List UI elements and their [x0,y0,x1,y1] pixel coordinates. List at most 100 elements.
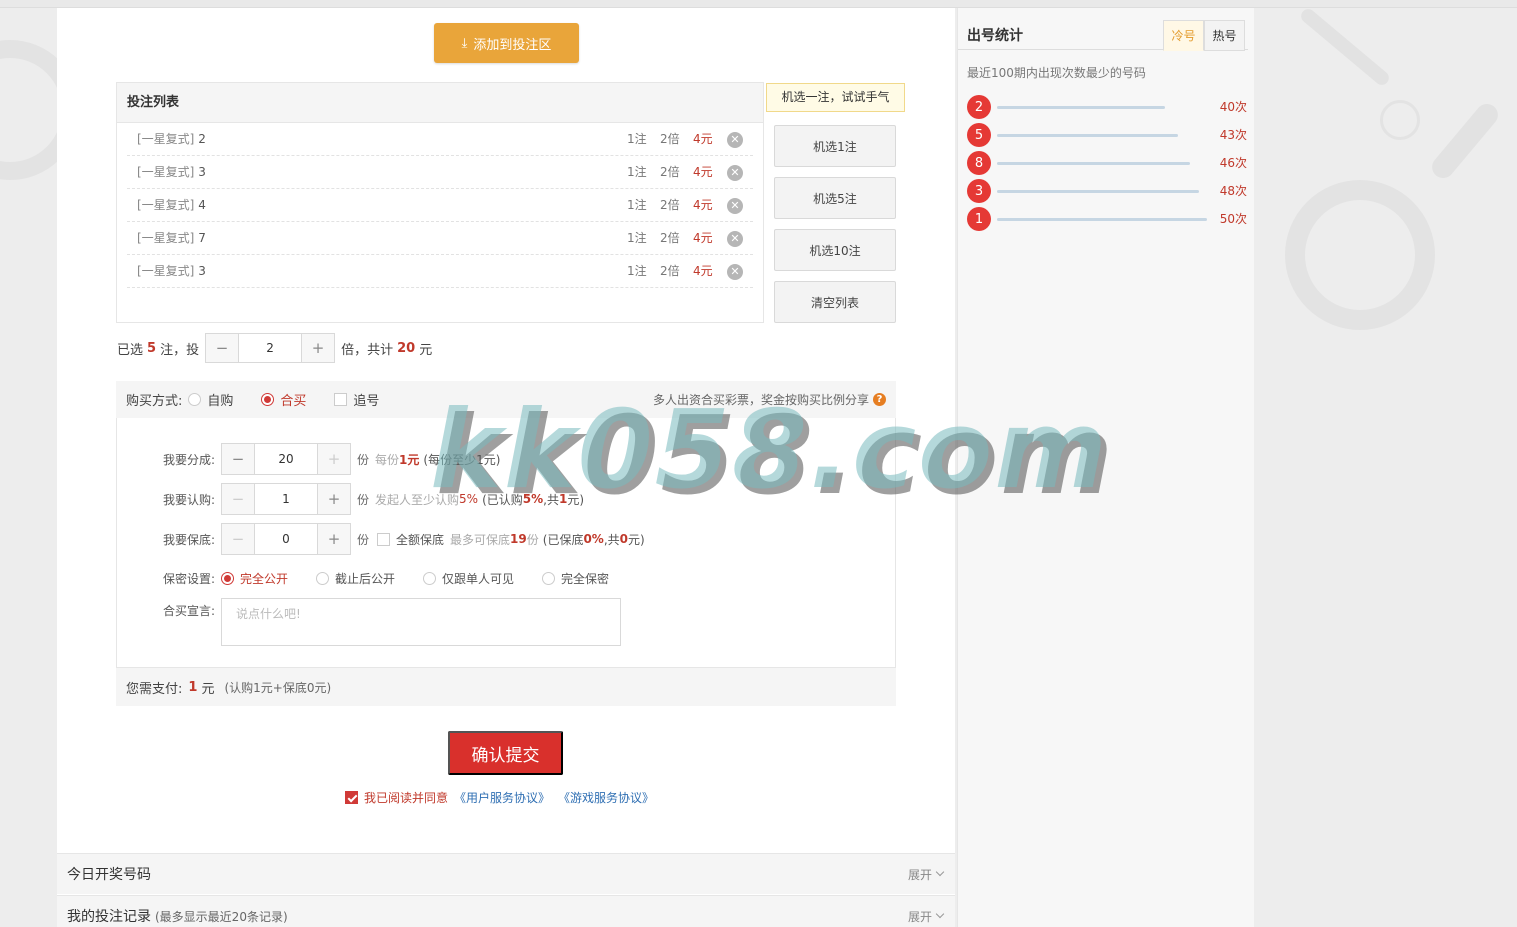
privacy-public[interactable]: 完全公开 [221,570,288,587]
bet-type: [一星复式] [137,132,195,146]
buy-mode-chase[interactable]: 追号 [334,390,379,409]
summary-post: 倍，共计 [341,342,394,358]
expand-label: 展开 [907,909,932,924]
delete-icon[interactable]: ✕ [727,198,743,214]
stat-row: 8 46次 [967,151,1247,175]
guarantee-minus-button[interactable]: − [222,524,254,554]
bet-amount: 4元 [693,165,713,179]
today-draw-title: 今日开奖号码 [67,867,151,883]
privacy-secret-label: 完全保密 [561,571,610,586]
clear-list-button[interactable]: 清空列表 [774,281,896,323]
guarantee-note-b: 19 [510,532,527,546]
add-to-bet-area-label: 添加到投注区 [473,36,552,52]
declaration-textarea[interactable]: 说点什么吧! [221,598,621,646]
full-guarantee-checkbox[interactable] [377,532,391,546]
add-to-bet-area-button[interactable]: ⤓ 添加到投注区 [434,23,579,63]
tab-hot[interactable]: 热号 [1204,20,1245,51]
expand-label: 展开 [907,867,932,882]
random-5-button[interactable]: 机选5注 [774,177,896,219]
shares-plus-button[interactable]: + [318,444,350,474]
buy-mode-self[interactable]: 自购 [188,390,233,409]
bet-count: 1注 [627,198,647,212]
buy-mode-hint: 多人出资合买彩票，奖金按购买比例分享 ? [653,391,886,408]
agree-checkbox[interactable] [345,791,358,804]
bet-list-title: 投注列表 [117,83,763,123]
privacy-after-deadline-label: 截止后公开 [335,571,396,586]
buy-mode-hint-text: 多人出资合买彩票，奖金按购买比例分享 [652,393,869,407]
delete-icon[interactable]: ✕ [727,264,743,280]
today-draw-expand[interactable]: 展开 [907,866,945,883]
subscribe-minus-button[interactable]: − [222,484,254,514]
summary-unit: 元 [419,342,433,358]
frequency-bar [997,190,1199,193]
buy-mode-bar: 购买方式: 自购 合买 追号 多人出资合买彩票，奖金按购买比例分享 ? [116,381,896,418]
bet-multiple: 2倍 [660,198,680,212]
guarantee-unit: 份 [357,532,370,547]
frequency-count: 46次 [1219,156,1247,170]
tab-cold[interactable]: 冷号 [1163,20,1204,51]
user-agreement-link[interactable]: 《用户服务协议》 [454,789,550,806]
multiple-plus-button[interactable]: + [302,334,335,362]
multiple-minus-button[interactable]: − [206,334,239,362]
my-bet-records-expand[interactable]: 展开 [907,908,945,925]
chevron-down-icon [935,909,945,919]
subscribe-note-d: 5% [522,492,544,506]
subscribe-note-f: 1 [558,492,568,506]
guarantee-plus-button[interactable]: + [318,524,350,554]
download-arrow-icon: ⤓ [461,35,468,50]
submit-button[interactable]: 确认提交 [448,731,563,775]
bet-list: 投注列表 [一星复式] 2 1注 2倍 4元 ✕ [一星复式] 3 1注 2倍 4元 ✕ [一星复式… [116,82,764,323]
buy-mode-group[interactable]: 合买 [261,390,306,409]
game-agreement-link[interactable]: 《游戏服务协议》 [558,789,654,806]
declaration-label: 合买宣言: [162,604,215,618]
today-draw-section[interactable]: 今日开奖号码 展开 [57,853,955,894]
radio-icon [423,571,437,585]
my-bet-records-section[interactable]: 我的投注记录 (最多显示最近20条记录) 展开 [57,895,955,927]
frequency-bar [997,106,1165,109]
delete-icon[interactable]: ✕ [727,132,743,148]
shares-input[interactable]: 20 [254,444,318,474]
random-tip: 机选一注，试试手气 [766,83,905,112]
bet-summary: 已选 5 注，投 − 2 + 倍，共计 20 元 [117,333,432,363]
bet-desc: [一星复式] 4 [137,189,206,222]
bet-type: [一星复式] [137,198,195,212]
stat-row: 2 40次 [967,95,1247,119]
bet-amount: 4元 [693,132,713,146]
privacy-secret[interactable]: 完全保密 [542,570,609,587]
subscribe-plus-button[interactable]: + [318,484,350,514]
privacy-followers[interactable]: 仅跟单人可见 [423,570,514,587]
shares-minus-button[interactable]: − [222,444,254,474]
bet-multiple: 2倍 [660,132,680,146]
subscribe-note-e: ,共 [543,492,559,507]
question-icon[interactable]: ? [873,393,886,406]
bet-desc: [一星复式] 2 [137,123,206,156]
bet-multiple: 2倍 [660,264,680,278]
subscribe-input[interactable]: 1 [254,484,318,514]
browser-bookmark-bar [0,0,1517,8]
random-1-button[interactable]: 机选1注 [774,125,896,167]
multiple-input[interactable]: 2 [238,334,303,362]
bet-desc: [一星复式] 3 [137,156,206,189]
shares-stepper: − 20 + [221,443,351,475]
guarantee-note-d: (已保底 [542,532,584,547]
privacy-public-label: 完全公开 [240,571,289,586]
delete-icon[interactable]: ✕ [727,165,743,181]
subscribe-note-a: 发起人至少认购 [375,492,460,507]
number-ball: 2 [967,95,991,119]
buy-mode-group-label: 合买 [280,394,307,409]
random-10-button[interactable]: 机选10注 [774,229,896,271]
summary-pre: 已选 [117,342,144,358]
my-bet-records-subtitle: (最多显示最近20条记录) [155,909,288,924]
pay-unit: 元 [201,681,215,697]
privacy-after-deadline[interactable]: 截止后公开 [316,570,395,587]
guarantee-input[interactable]: 0 [254,524,318,554]
bet-amount: 4元 [693,231,713,245]
main-panel: ⤓ 添加到投注区 投注列表 [一星复式] 2 1注 2倍 4元 ✕ [一星复式] 3 1注 2… [57,8,955,927]
number-ball: 8 [967,151,991,175]
delete-icon[interactable]: ✕ [727,231,743,247]
frequency-bar [997,218,1207,221]
bet-count: 1注 [627,165,647,179]
selected-count: 5 [147,340,157,356]
frequency-bar [997,162,1190,165]
bet-count: 1注 [627,264,647,278]
